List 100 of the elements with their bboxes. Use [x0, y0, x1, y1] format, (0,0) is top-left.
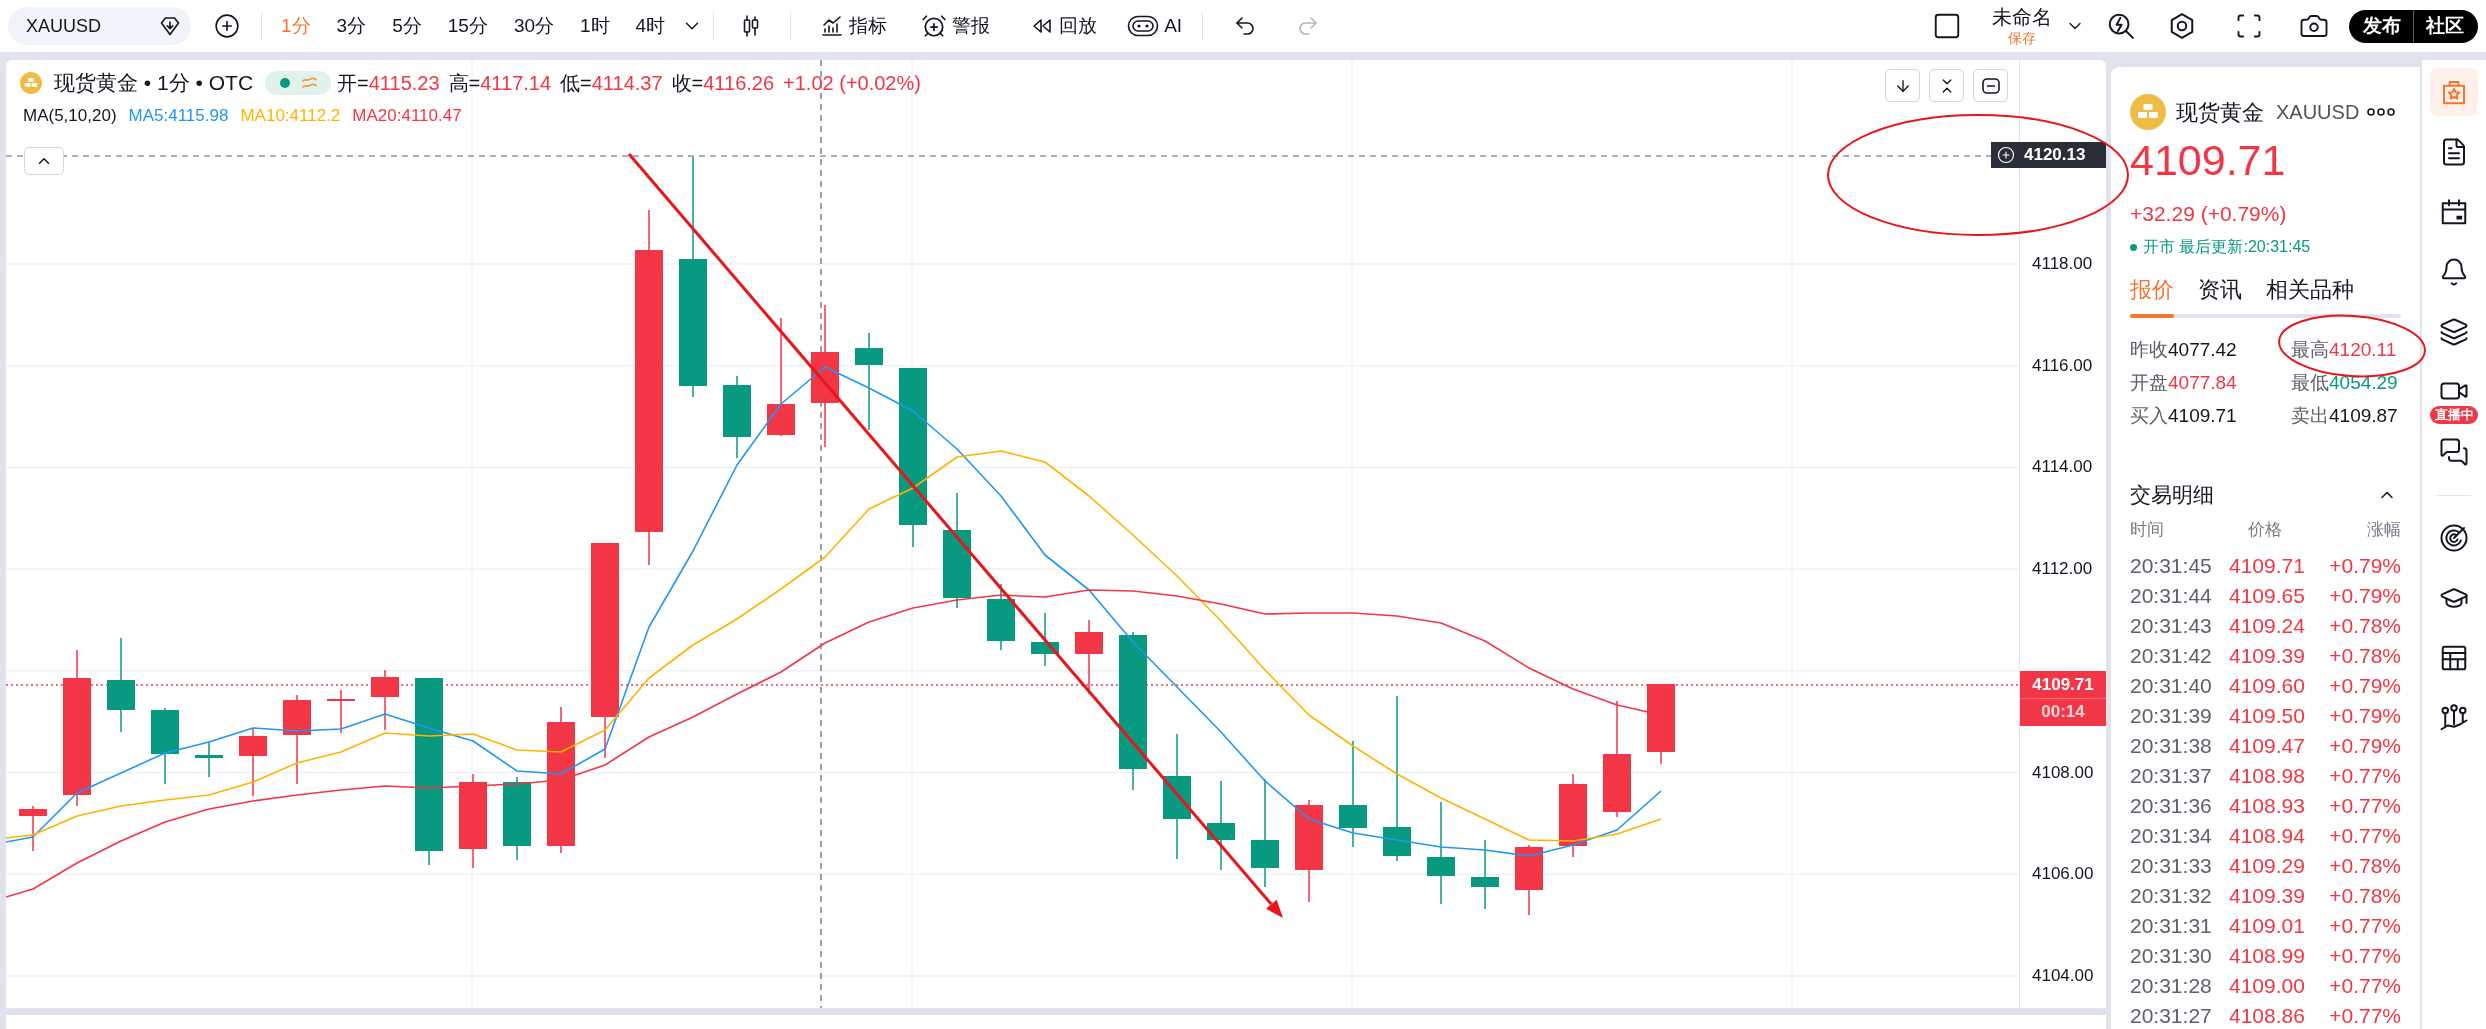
candle	[327, 689, 355, 734]
trade-time: 20:31:31	[2130, 913, 2213, 940]
instrument-symbol: XAUUSD	[2276, 100, 2360, 125]
candle	[1031, 612, 1059, 667]
trade-price: 4109.50	[2229, 703, 2305, 730]
candle	[195, 741, 223, 778]
toolbar-tool-button[interactable]: 回放	[1030, 7, 1098, 45]
trade-time: 20:31:40	[2130, 673, 2213, 700]
indicator-label: MA(5,10,20)	[23, 105, 117, 128]
trade-price: 4109.60	[2229, 673, 2305, 700]
candle	[19, 805, 47, 852]
price-tick: 4104.00	[2032, 964, 2094, 987]
trade-price: 4109.39	[2229, 643, 2305, 670]
more-icon[interactable]	[2367, 108, 2395, 116]
instrument-name: 现货黄金	[2176, 98, 2264, 127]
section-title: 交易明细	[2130, 482, 2214, 509]
trade-price: 4108.99	[2229, 943, 2305, 970]
ohlc-value: 4114.37	[591, 71, 663, 96]
fullscreen-icon[interactable]	[2235, 12, 2263, 40]
trade-time: 20:31:39	[2130, 703, 2213, 730]
ohlc-label: 高=	[448, 71, 481, 96]
panel-tab[interactable]: 相关品种	[2266, 275, 2354, 318]
bell-icon	[2439, 257, 2469, 287]
trade-change: +0.79%	[2329, 583, 2401, 610]
trade-time: 20:31:43	[2130, 613, 2213, 640]
stat-value: 4077.42	[2168, 338, 2237, 363]
publish-button[interactable]: 发布	[2349, 9, 2413, 43]
interval-tab[interactable]: 15分	[434, 7, 501, 45]
interval-tab[interactable]: 1时	[567, 7, 623, 45]
scroll-down-button[interactable]	[1885, 69, 1920, 102]
stat-label: 买入	[2130, 404, 2168, 429]
ohlc-value: 4115.23	[368, 71, 440, 96]
market-status: 开市 最后更新:20:31:45	[2143, 237, 2311, 257]
square-minus-button[interactable]	[1973, 69, 2008, 102]
trade-time: 20:31:42	[2130, 643, 2213, 670]
trade-price: 4108.94	[2229, 823, 2305, 850]
interval-tab[interactable]: 4时	[622, 7, 679, 45]
stat-label: 昨收	[2130, 338, 2168, 363]
column-header: 时间	[2130, 519, 2165, 542]
trade-price: 4109.01	[2229, 913, 2305, 940]
price-tick: 4114.00	[2032, 456, 2093, 479]
trade-change: +0.77%	[2329, 943, 2401, 970]
last-price: 4109.71	[2130, 136, 2287, 184]
toolbar-tool-button[interactable]: 指标	[820, 7, 888, 45]
trade-price: 4109.47	[2229, 733, 2305, 760]
trade-time: 20:31:33	[2130, 853, 2213, 880]
trade-change: +0.78%	[2329, 643, 2401, 670]
candle	[239, 728, 267, 797]
chart-icon	[820, 14, 845, 38]
trade-time: 20:31:38	[2130, 733, 2213, 760]
live-badge: 直播中	[2430, 406, 2478, 424]
alarm-clock-icon	[921, 13, 948, 39]
trade-time: 20:31:27	[2130, 1003, 2213, 1029]
square-icon[interactable]	[1932, 11, 1962, 41]
symbol-search-button[interactable]: XAUUSD	[8, 7, 191, 45]
panel-tab[interactable]: 资讯	[2198, 275, 2242, 318]
stat-label: 最高	[2291, 338, 2329, 363]
layout-name: 未命名	[1992, 5, 2052, 29]
community-button[interactable]: 社区	[2413, 9, 2478, 43]
indicator-value: MA10:4112.2	[240, 105, 341, 128]
trade-price: 4109.29	[2229, 853, 2305, 880]
interval-tab[interactable]: 3分	[323, 7, 380, 45]
interval-tab[interactable]: 5分	[379, 7, 435, 45]
trade-change: +0.78%	[2329, 613, 2401, 640]
candle	[1515, 844, 1543, 916]
collapse-panels-button[interactable]	[1929, 69, 1964, 102]
stat-value: 4054.29	[2329, 371, 2398, 396]
layers-icon	[2439, 317, 2469, 347]
add-icon[interactable]	[214, 13, 240, 39]
stat-value: 4109.71	[2168, 404, 2237, 429]
toolbar-tool-button[interactable]: 警报	[921, 7, 991, 45]
price-tick: 4112.00	[2032, 558, 2093, 581]
interval-tab[interactable]: 30分	[500, 7, 567, 45]
coin-bars-icon	[20, 72, 42, 94]
ohlc-value: 4116.26	[703, 71, 775, 96]
layout-name-button[interactable]: 未命名 保存	[1985, 5, 2059, 47]
trade-change: +0.78%	[2329, 883, 2401, 910]
toolbar-tool-button[interactable]: AI	[1127, 7, 1183, 45]
trade-price: 4109.24	[2229, 613, 2305, 640]
price-tick: 4116.00	[2032, 354, 2093, 377]
trade-change: +0.77%	[2329, 1003, 2401, 1029]
lightning-magnifier-icon[interactable]	[2106, 11, 2136, 41]
trade-time: 20:31:45	[2130, 553, 2213, 580]
chat-icon	[2439, 437, 2469, 467]
column-header: 价格	[2248, 519, 2282, 542]
table-icon	[2439, 643, 2469, 673]
trade-price: 4109.39	[2229, 883, 2305, 910]
map-pins-icon	[2439, 703, 2469, 733]
candle	[987, 583, 1015, 651]
calendar-icon	[2439, 197, 2469, 227]
stat-value: 4109.87	[2329, 404, 2398, 429]
trade-time: 20:31:32	[2130, 883, 2213, 910]
stat-value: 4077.84	[2168, 371, 2237, 396]
price-change: +32.29 (+0.79%)	[2130, 201, 2288, 227]
crosshair-price: 4120.13	[2024, 144, 2086, 167]
candle	[1471, 839, 1499, 910]
target-icon	[2439, 523, 2469, 553]
stat-value: 4120.11	[2329, 338, 2397, 363]
trade-time: 20:31:37	[2130, 763, 2213, 790]
trade-time: 20:31:30	[2130, 943, 2213, 970]
